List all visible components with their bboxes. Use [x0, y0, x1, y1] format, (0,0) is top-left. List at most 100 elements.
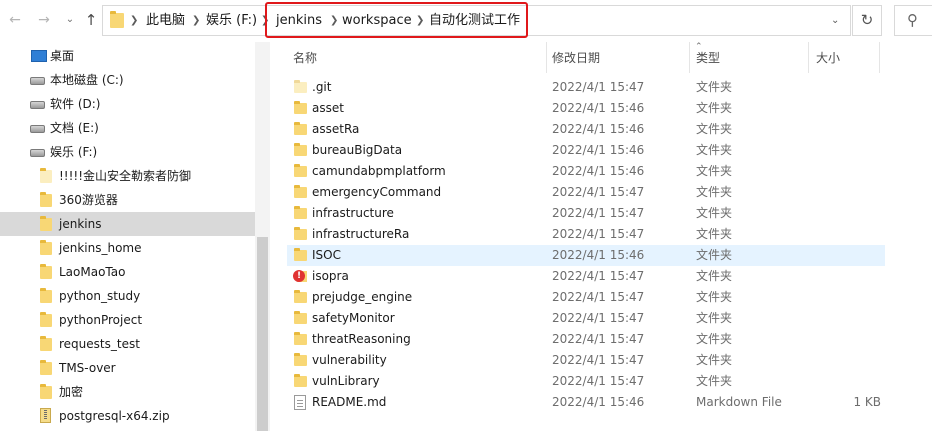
column-divider[interactable] [879, 42, 880, 73]
chevron-right-icon[interactable]: ❯ [192, 12, 200, 30]
file-row[interactable]: ISOC 2022/4/1 15:46 文件夹 [287, 245, 885, 266]
up-arrow-icon[interactable]: ↑ [82, 11, 100, 29]
file-date: 2022/4/1 15:46 [552, 101, 645, 115]
search-input[interactable]: ⚲ [894, 5, 932, 36]
column-divider[interactable] [808, 42, 809, 73]
file-date: 2022/4/1 15:47 [552, 353, 645, 367]
nav-item-label: 加密 [59, 385, 84, 399]
file-name: ISOC [312, 248, 341, 262]
nav-item-folder[interactable]: python_study [0, 284, 255, 308]
file-date: 2022/4/1 15:47 [552, 206, 645, 220]
address-dropdown-chevron-icon[interactable]: ⌄ [831, 12, 839, 30]
file-row[interactable]: assetRa 2022/4/1 15:46 文件夹 [287, 119, 885, 140]
folder-icon [40, 216, 52, 231]
nav-item-folder[interactable]: LaoMaoTao [0, 260, 255, 284]
nav-scrollbar-thumb[interactable] [257, 237, 268, 431]
forward-arrow-icon[interactable]: → [35, 11, 53, 29]
alert-icon: ! [293, 270, 305, 282]
nav-item-jenkins[interactable]: jenkins [0, 212, 255, 236]
folder-icon [294, 164, 307, 177]
nav-item-label: pythonProject [59, 313, 143, 327]
folder-icon [110, 11, 124, 28]
folder-icon [40, 264, 52, 279]
nav-item-folder[interactable]: jenkins_home [0, 236, 255, 260]
nav-item-label: 文档 (E:) [50, 121, 99, 135]
file-type: 文件夹 [696, 311, 733, 325]
nav-item-folder[interactable]: 360游览器 [0, 188, 255, 212]
zip-icon [40, 408, 51, 423]
nav-item-drive-d[interactable]: 软件 (D:) [0, 92, 255, 116]
nav-item-folder[interactable]: pythonProject [0, 308, 255, 332]
file-row[interactable]: asset 2022/4/1 15:46 文件夹 [287, 98, 885, 119]
nav-item-folder[interactable]: TMS-over [0, 356, 255, 380]
file-date: 2022/4/1 15:47 [552, 80, 645, 94]
highlight-annotation-box [265, 2, 528, 38]
nav-item-label: jenkins [59, 217, 102, 231]
file-type: 文件夹 [696, 353, 733, 367]
file-row[interactable]: camundabpmplatform 2022/4/1 15:46 文件夹 [287, 161, 885, 182]
folder-icon [40, 192, 52, 207]
file-date: 2022/4/1 15:47 [552, 332, 645, 346]
file-row[interactable]: ! isopra 2022/4/1 15:47 文件夹 [287, 266, 885, 287]
column-header-row: ⌃ 名称 修改日期 类型 大小 [285, 42, 932, 73]
file-row[interactable]: vulnLibrary 2022/4/1 15:47 文件夹 [287, 371, 885, 392]
folder-icon [294, 248, 307, 261]
file-name: camundabpmplatform [312, 164, 446, 178]
file-row[interactable]: threatReasoning 2022/4/1 15:47 文件夹 [287, 329, 885, 350]
column-header-type[interactable]: 类型 [696, 50, 720, 66]
folder-icon [294, 290, 307, 303]
nav-item-folder[interactable]: !!!!!金山安全勒索者防御 [0, 164, 255, 188]
file-date: 2022/4/1 15:47 [552, 290, 645, 304]
column-header-date[interactable]: 修改日期 [552, 50, 600, 66]
column-header-name[interactable]: 名称 [293, 50, 317, 66]
folder-icon [294, 185, 307, 198]
column-header-size[interactable]: 大小 [816, 50, 840, 66]
column-divider[interactable] [689, 42, 690, 73]
file-name: vulnLibrary [312, 374, 380, 388]
file-row[interactable]: .git 2022/4/1 15:47 文件夹 [287, 77, 885, 98]
nav-item-desktop[interactable]: 桌面 [0, 44, 255, 68]
folder-icon [40, 288, 52, 303]
file-type: 文件夹 [696, 332, 733, 346]
nav-item-drive-c[interactable]: 本地磁盘 (C:) [0, 68, 255, 92]
nav-item-zip-file[interactable]: postgresql-x64.zip [0, 404, 255, 428]
file-date: 2022/4/1 15:47 [552, 374, 645, 388]
file-type: 文件夹 [696, 290, 733, 304]
refresh-icon[interactable]: ↻ [852, 5, 882, 36]
file-type: 文件夹 [696, 80, 733, 94]
file-date: 2022/4/1 15:47 [552, 185, 645, 199]
breadcrumb-this-pc[interactable]: 此电脑 [146, 12, 185, 30]
file-row[interactable]: prejudge_engine 2022/4/1 15:47 文件夹 [287, 287, 885, 308]
nav-item-drive-f[interactable]: 娱乐 (F:) [0, 140, 255, 164]
nav-item-label: postgresql-x64.zip [59, 409, 170, 423]
file-date: 2022/4/1 15:46 [552, 143, 645, 157]
file-row[interactable]: infrastructure 2022/4/1 15:47 文件夹 [287, 203, 885, 224]
file-row[interactable]: README.md 2022/4/1 15:46 Markdown File 1… [287, 392, 885, 413]
nav-item-drive-e[interactable]: 文档 (E:) [0, 116, 255, 140]
file-type: 文件夹 [696, 164, 733, 178]
nav-item-folder[interactable]: 加密 [0, 380, 255, 404]
file-name: safetyMonitor [312, 311, 395, 325]
chevron-right-icon[interactable]: ❯ [130, 12, 138, 30]
file-row[interactable]: emergencyCommand 2022/4/1 15:47 文件夹 [287, 182, 885, 203]
nav-item-folder[interactable]: requests_test [0, 332, 255, 356]
back-arrow-icon[interactable]: ← [6, 11, 24, 29]
file-row[interactable]: infrastructureRa 2022/4/1 15:47 文件夹 [287, 224, 885, 245]
column-divider[interactable] [546, 42, 547, 73]
file-name: prejudge_engine [312, 290, 413, 304]
folder-icon [40, 336, 52, 351]
file-name: emergencyCommand [312, 185, 442, 199]
folder-icon [294, 143, 307, 156]
folder-icon [40, 384, 52, 399]
file-row[interactable]: bureauBigData 2022/4/1 15:46 文件夹 [287, 140, 885, 161]
file-row[interactable]: safetyMonitor 2022/4/1 15:47 文件夹 [287, 308, 885, 329]
breadcrumb-drive-f[interactable]: 娱乐 (F:) [206, 12, 257, 30]
recent-locations-chevron-icon[interactable]: ⌄ [61, 11, 79, 29]
file-row[interactable]: vulnerability 2022/4/1 15:47 文件夹 [287, 350, 885, 371]
folder-icon [294, 122, 307, 135]
folder-icon [294, 206, 307, 219]
search-icon: ⚲ [907, 11, 918, 29]
folder-icon [294, 80, 307, 93]
file-date: 2022/4/1 15:47 [552, 227, 645, 241]
nav-item-label: 娱乐 (F:) [50, 145, 98, 159]
